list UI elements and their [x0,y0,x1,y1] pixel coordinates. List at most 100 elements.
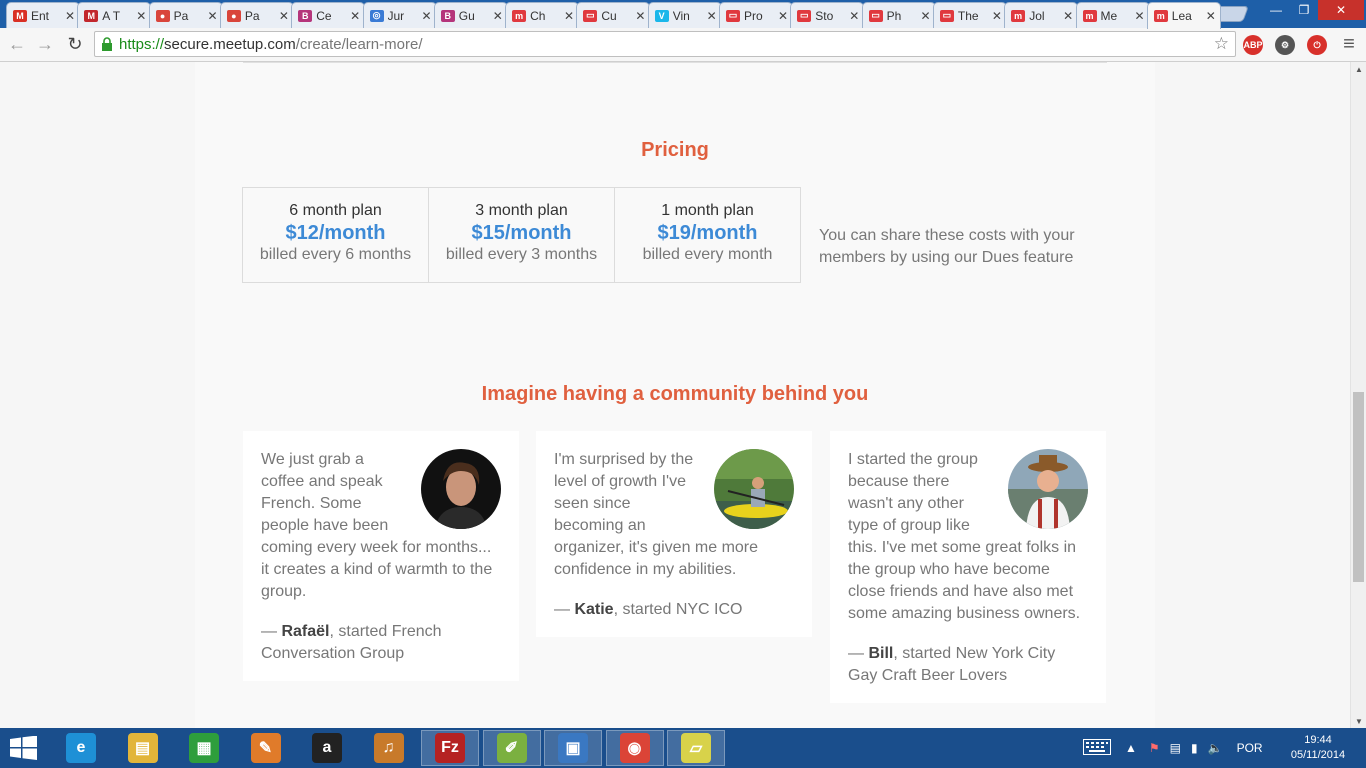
tab-title: A T [102,8,121,23]
tab-title: Ent [31,8,50,23]
minimize-icon[interactable]: — [1262,0,1290,20]
tab-close-icon[interactable]: ✕ [707,9,717,23]
network-icon[interactable]: ▤ [1170,741,1181,755]
browser-tab[interactable]: ▭ The ✕ [932,2,1007,28]
tab-close-icon[interactable]: ✕ [1063,9,1073,23]
browser-tab[interactable]: B Gu ✕ [433,2,508,28]
show-hidden-icons-icon[interactable]: ▲ [1125,741,1137,755]
browser-tab[interactable]: ▭ Ph ✕ [861,2,936,28]
pricing-plans: 6 month plan $12/month billed every 6 mont… [242,187,801,283]
tab-close-icon[interactable]: ✕ [493,9,503,23]
browser-tab[interactable]: ▭ Sto ✕ [790,2,865,28]
window-close-icon[interactable]: ✕ [1318,0,1364,20]
browser-tab[interactable]: ▭ Cu ✕ [576,2,651,28]
plan-card: 1 month plan $19/month billed every month [614,187,801,283]
clock-date: 05/11/2014 [1290,749,1346,761]
taskbar-app[interactable]: ▦ [175,730,233,766]
taskbar-app[interactable]: ▱ [667,730,725,766]
chrome-menu-icon[interactable]: ≡ [1338,33,1360,55]
restore-icon[interactable]: ❐ [1290,0,1318,20]
input-language[interactable]: POR [1237,741,1263,755]
gmail-icon: M [13,9,27,22]
plan-price: $19/month [657,222,758,244]
scroll-down-arrow-icon[interactable]: ▼ [1351,714,1366,728]
tab-close-icon[interactable]: ✕ [65,9,75,23]
tab-close-icon[interactable]: ✕ [992,9,1002,23]
tab-close-icon[interactable]: ✕ [849,9,859,23]
tab-title: Pa [244,8,260,23]
taskbar-app[interactable]: ◉ [605,730,664,766]
member-avatar [1008,449,1088,529]
tab-close-icon[interactable]: ✕ [1134,9,1144,23]
forward-arrow-icon[interactable]: → [34,33,56,55]
scroll-up-arrow-icon[interactable]: ▲ [1351,62,1366,76]
plan-card: 3 month plan $15/month billed every 3 mont… [428,187,615,283]
testimonial-card: We just grab a coffee and speak French. … [243,431,519,681]
tab-close-icon[interactable]: ✕ [208,9,218,23]
touch-keyboard-icon[interactable] [1083,738,1111,758]
browser-tab[interactable]: ● Pa ✕ [148,2,223,28]
tab-close-icon[interactable]: ✕ [778,9,788,23]
taskbar-app[interactable]: ✎ [237,730,295,766]
tab-title: Jur [387,8,405,23]
testimonial-attribution: — Bill, started New York City Gay Craft … [848,643,1088,687]
browser-tab-strip: — ❐ ✕ M Ent ✕ M A T ✕ ● Pa ✕ ● Pa ✕ B Ce ✕ ◎ Jur ✕ B Gu ✕ m Ch… [0,0,1366,29]
browser-tab[interactable]: m Me ✕ [1075,2,1150,28]
power-extension-icon[interactable]: ⏻ [1307,35,1327,55]
plan-billing: billed every 3 months [445,246,598,263]
taskbar-app[interactable]: ♫ [360,730,418,766]
puzzle-extension-icon[interactable]: ⚙ [1275,35,1295,55]
battery-icon[interactable]: ▮ [1191,741,1198,755]
reload-icon[interactable]: ↻ [64,33,86,55]
vertical-scrollbar[interactable]: ▲ ▼ [1350,62,1366,728]
bookmark-star-icon[interactable]: ☆ [1214,34,1229,54]
address-bar[interactable]: https://secure.meetup.com/create/learn-m… [94,31,1236,57]
taskbar-app[interactable]: ▤ [114,730,172,766]
tab-close-icon[interactable]: ✕ [635,9,645,23]
community-heading: Imagine having a community behind you [481,383,869,405]
browser-tab[interactable]: ▭ Pro ✕ [719,2,793,28]
tab-title: Pro [744,8,763,23]
tab-title: Jol [1029,8,1045,23]
tab-close-icon[interactable]: ✕ [921,9,931,23]
browser-tab[interactable]: B Ce ✕ [291,2,366,28]
back-arrow-icon[interactable]: ← [6,33,28,55]
browser-tab[interactable]: MA T ✕ [77,2,152,28]
tab-close-icon[interactable]: ✕ [350,9,360,23]
browser-tab[interactable]: m Jol ✕ [1004,2,1079,28]
tab-close-icon[interactable]: ✕ [136,9,146,23]
browser-tab[interactable]: ◎ Jur ✕ [362,2,437,28]
taskbar-app[interactable]: a [298,730,356,766]
browser-tab[interactable]: V Vin ✕ [647,2,722,28]
meetup-icon: m [1153,10,1168,22]
browser-tab[interactable]: ● Pa ✕ [219,2,294,28]
taskbar-app[interactable]: e [52,730,110,766]
browser-tab[interactable]: m Lea ✕ [1146,2,1221,29]
amazon-icon: a [312,733,342,763]
testimonial-quote: We just grab a coffee and speak French. … [261,449,501,603]
tab-title: Gu [458,8,475,23]
tab-close-icon[interactable]: ✕ [421,9,431,23]
internet-explorer-icon: e [66,733,96,763]
scroll-thumb[interactable] [1353,392,1364,582]
padlock-icon [101,37,113,51]
windows-start-icon[interactable] [10,735,38,760]
tab-close-icon[interactable]: ✕ [279,9,289,23]
organizer-name: Bill [868,645,894,662]
learn-more-page: Pricing 6 month plan $12/month billed ever… [195,62,1155,728]
volume-icon[interactable]: 🔈 [1208,741,1223,755]
taskbar-app[interactable]: ✐ [482,730,541,766]
tab-close-icon[interactable]: ✕ [564,9,574,23]
organizer-group: , started NYC ICO [613,601,743,618]
attribution-dash: — [554,601,575,618]
attribution-dash: — [848,645,869,662]
organizer-name: Katie [574,601,614,618]
taskbar-app[interactable]: ▣ [544,730,602,766]
taskbar-app[interactable]: Fz [421,730,479,766]
browser-tab[interactable]: m Ch ✕ [505,2,580,28]
action-center-flag-icon[interactable]: ⚑ [1149,741,1160,755]
tab-close-icon[interactable]: ✕ [1206,9,1216,23]
system-clock[interactable]: 19:44 05/11/2014 [1288,733,1348,763]
browser-tab[interactable]: M Ent ✕ [6,2,80,28]
adblock-plus-icon[interactable]: ABP [1243,35,1263,55]
